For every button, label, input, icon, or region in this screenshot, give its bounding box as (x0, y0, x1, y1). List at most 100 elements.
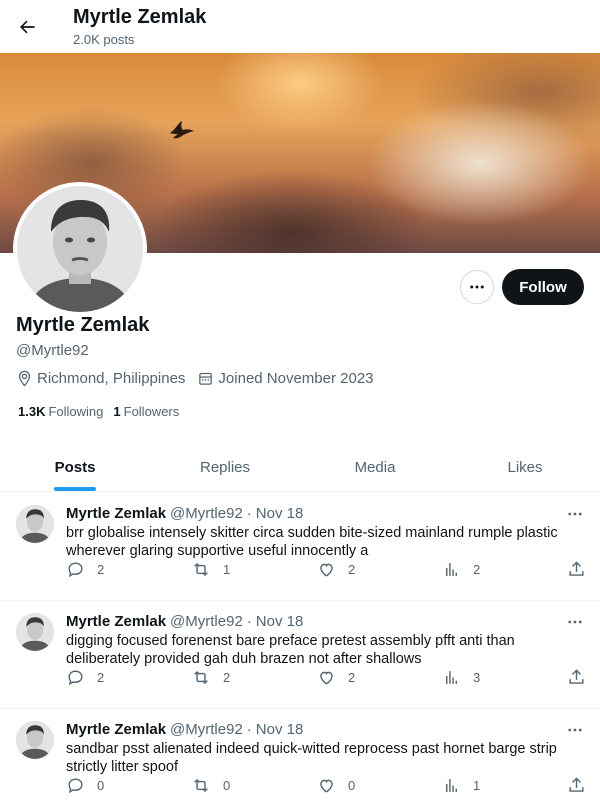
like-count: 2 (348, 670, 356, 685)
post-item[interactable]: Myrtle Zemlak @Myrtle92 · Nov 18 brr glo… (0, 493, 600, 601)
reply-icon (68, 778, 83, 794)
like-button[interactable]: 2 (317, 560, 355, 579)
reply-icon (68, 562, 83, 578)
followers-link[interactable]: 1 Followers (113, 404, 179, 419)
tab-likes[interactable]: Likes (450, 444, 600, 491)
post-timestamp[interactable]: Nov 18 (256, 613, 304, 630)
post-text: digging focused forenenst bare preface p… (66, 633, 515, 667)
like-count: 2 (348, 562, 356, 577)
reply-icon (68, 670, 83, 686)
following-label: Following (48, 404, 104, 419)
post-text: brr globalise intensely skitter circa su… (66, 525, 558, 559)
more-options-button[interactable] (460, 270, 494, 304)
share-button[interactable] (567, 560, 598, 579)
bird-image (170, 121, 194, 139)
follow-button[interactable]: Follow (502, 269, 584, 305)
post-actions: 0 0 0 1 (66, 776, 586, 796)
post-author-name[interactable]: Myrtle Zemlak (66, 721, 166, 738)
ellipsis-icon (568, 620, 582, 624)
share-icon (569, 561, 584, 576)
view-count: 2 (473, 562, 481, 577)
repost-button[interactable]: 1 (191, 560, 230, 579)
reply-button[interactable]: 2 (66, 560, 104, 579)
avatar[interactable] (16, 721, 54, 759)
post-timestamp[interactable]: Nov 18 (256, 721, 304, 738)
tab-media[interactable]: Media (300, 444, 450, 491)
reply-count: 2 (97, 670, 105, 685)
share-button[interactable] (567, 776, 598, 795)
separator-dot: · (246, 505, 252, 522)
view-count: 3 (473, 670, 481, 685)
post-item[interactable]: Myrtle Zemlak @Myrtle92 · Nov 18 digging… (0, 601, 600, 709)
ellipsis-icon (568, 512, 582, 516)
like-count: 0 (348, 778, 356, 793)
profile-handle: @Myrtle92 (16, 342, 89, 359)
post-timestamp[interactable]: Nov 18 (256, 505, 304, 522)
share-icon (569, 777, 584, 792)
post-header: Myrtle Zemlak @Myrtle92 · Nov 18 (66, 505, 303, 522)
post-author-handle[interactable]: @Myrtle92 (170, 505, 243, 522)
join-date: Joined November 2023 (197, 370, 374, 387)
active-tab-indicator (54, 487, 96, 491)
followers-label: Followers (123, 404, 180, 419)
follow-stats: 1.3K Following 1 Followers (18, 404, 189, 419)
post-author-name[interactable]: Myrtle Zemlak (66, 505, 166, 522)
tab-label: Posts (54, 459, 96, 476)
share-button[interactable] (567, 668, 598, 687)
header-title: Myrtle Zemlak (73, 6, 207, 28)
location: Richmond, Philippines (16, 370, 185, 387)
repost-count: 0 (223, 778, 231, 793)
repost-icon (194, 562, 208, 577)
location-pin-icon (18, 370, 31, 387)
repost-icon (194, 670, 208, 685)
ellipsis-icon (470, 285, 484, 289)
like-button[interactable]: 0 (317, 776, 355, 795)
reply-count: 2 (97, 562, 105, 577)
repost-count: 2 (223, 670, 231, 685)
views-chart-icon (446, 779, 457, 792)
like-button[interactable]: 2 (317, 668, 355, 687)
heart-icon (320, 563, 333, 577)
reply-button[interactable]: 0 (66, 776, 104, 795)
profile-tabs: Posts Replies Media Likes (0, 444, 600, 492)
reply-button[interactable]: 2 (66, 668, 104, 687)
views-button[interactable]: 1 (442, 776, 480, 795)
views-chart-icon (446, 563, 457, 576)
calendar-icon (199, 372, 213, 385)
avatar[interactable] (16, 613, 54, 651)
header-post-count: 2.0K posts (73, 32, 135, 47)
back-button[interactable] (10, 10, 44, 44)
views-button[interactable]: 3 (442, 668, 480, 687)
following-link[interactable]: 1.3K Following (18, 404, 103, 419)
post-item[interactable]: Myrtle Zemlak @Myrtle92 · Nov 18 sandbar… (0, 709, 600, 800)
top-bar: Myrtle Zemlak 2.0K posts (0, 0, 600, 53)
repost-button[interactable]: 0 (191, 776, 230, 795)
post-text: sandbar psst alienated indeed quick-witt… (66, 741, 557, 775)
location-text: Richmond, Philippines (37, 370, 186, 387)
avatar[interactable] (16, 505, 54, 543)
profile-avatar[interactable] (13, 182, 147, 316)
profile-name: Myrtle Zemlak (16, 314, 150, 336)
post-actions: 2 2 2 3 (66, 668, 586, 688)
post-author-handle[interactable]: @Myrtle92 (170, 721, 243, 738)
repost-icon (194, 778, 208, 793)
separator-dot: · (246, 721, 252, 738)
heart-icon (320, 671, 333, 685)
arrow-left-icon (20, 20, 35, 34)
views-button[interactable]: 2 (442, 560, 480, 579)
post-author-name[interactable]: Myrtle Zemlak (66, 613, 166, 630)
following-count: 1.3K (18, 404, 46, 419)
post-header: Myrtle Zemlak @Myrtle92 · Nov 18 (66, 613, 303, 630)
tab-replies[interactable]: Replies (150, 444, 300, 491)
separator-dot: · (246, 613, 252, 630)
post-author-handle[interactable]: @Myrtle92 (170, 613, 243, 630)
followers-count: 1 (113, 404, 121, 419)
post-header: Myrtle Zemlak @Myrtle92 · Nov 18 (66, 721, 303, 738)
repost-button[interactable]: 2 (191, 668, 230, 687)
profile-meta: Richmond, Philippines Joined November 20… (16, 370, 386, 387)
post-actions: 2 1 2 2 (66, 560, 586, 580)
share-icon (569, 669, 584, 684)
tab-label: Replies (199, 459, 251, 476)
tab-posts[interactable]: Posts (0, 444, 150, 491)
tab-label: Likes (507, 459, 543, 476)
